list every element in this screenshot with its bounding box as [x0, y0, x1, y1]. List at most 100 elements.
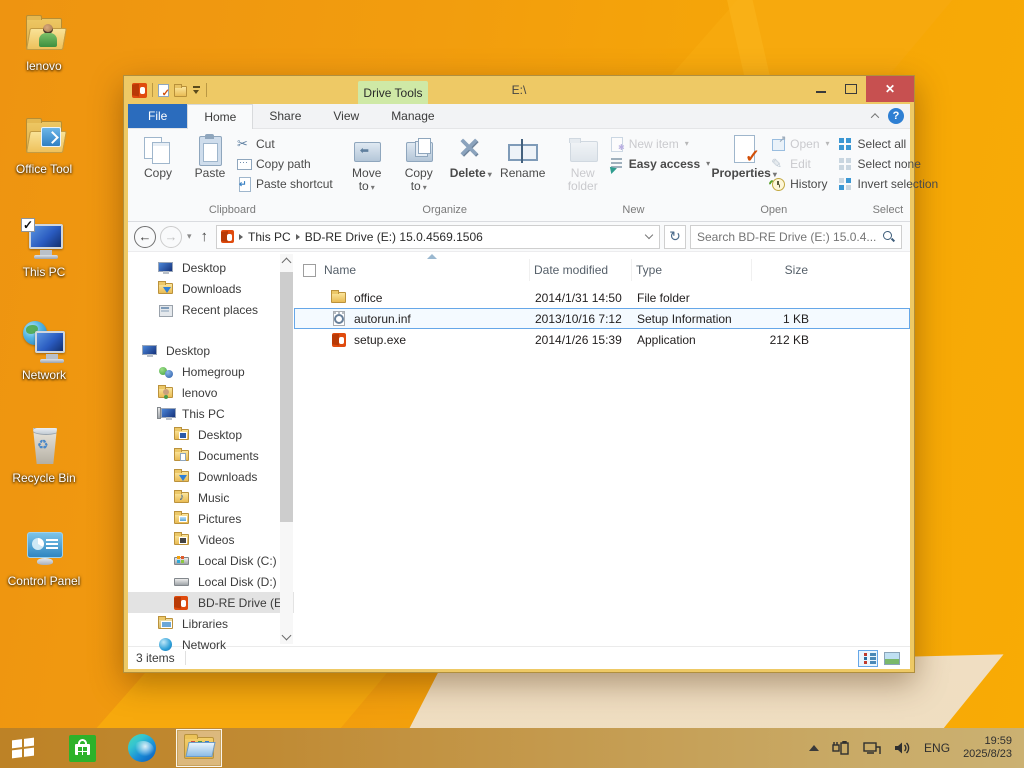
- nav-item-this-pc[interactable]: This PC: [128, 403, 294, 424]
- desktop-icon-this-pc[interactable]: ✓ This PC: [0, 218, 88, 321]
- nav-item-local-disk-c[interactable]: Local Disk (C:): [128, 550, 294, 571]
- scroll-up-icon[interactable]: [281, 257, 292, 268]
- history-button[interactable]: History: [767, 175, 829, 192]
- volume-icon[interactable]: [894, 741, 911, 755]
- nav-scrollbar[interactable]: [280, 254, 293, 644]
- new-item-button[interactable]: New item: [609, 135, 710, 152]
- scroll-thumb[interactable]: [280, 272, 293, 522]
- minimize-button[interactable]: [806, 76, 836, 102]
- copy-to-button[interactable]: Copy to: [393, 131, 445, 194]
- tab-home[interactable]: Home: [187, 104, 254, 129]
- nav-item-homegroup[interactable]: Homegroup: [128, 361, 294, 382]
- tab-manage[interactable]: Manage: [375, 104, 450, 128]
- invert-selection-button[interactable]: Invert selection: [838, 175, 938, 192]
- address-dropdown-icon[interactable]: [644, 230, 654, 240]
- history-dropdown-icon[interactable]: ▾: [186, 231, 193, 242]
- file-date: 2014/1/31 14:50: [535, 290, 622, 305]
- pictures-folder-icon: [174, 510, 191, 527]
- up-button[interactable]: ↑: [197, 228, 213, 245]
- large-icons-view-button[interactable]: [882, 650, 902, 667]
- close-button[interactable]: [866, 76, 914, 102]
- forward-button[interactable]: →: [160, 225, 182, 248]
- nav-item-network[interactable]: Network: [128, 634, 294, 655]
- nav-item-pictures[interactable]: Pictures: [128, 508, 294, 529]
- address-bar[interactable]: This PC BD-RE Drive (E:) 15.0.4569.1506: [216, 224, 660, 249]
- nav-item-desktop-favorite[interactable]: Desktop: [128, 257, 294, 278]
- select-none-button[interactable]: Select none: [838, 155, 939, 172]
- move-to-button[interactable]: Move to: [341, 131, 393, 194]
- cut-button[interactable]: Cut: [236, 135, 333, 152]
- breadcrumb-drive[interactable]: BD-RE Drive (E:) 15.0.4569.1506: [305, 230, 483, 244]
- maximize-button[interactable]: [836, 76, 866, 102]
- edge-taskbar-button[interactable]: [120, 728, 164, 768]
- delete-icon: [454, 133, 488, 167]
- network-icon[interactable]: [863, 741, 881, 755]
- paste-shortcut-button[interactable]: Paste shortcut: [236, 175, 333, 192]
- paste-button[interactable]: Paste: [184, 131, 236, 180]
- store-taskbar-button[interactable]: [60, 728, 104, 768]
- rename-button[interactable]: Rename: [497, 131, 549, 180]
- column-name[interactable]: Name: [324, 259, 530, 281]
- nav-item-music[interactable]: ♪ Music: [128, 487, 294, 508]
- file-explorer-taskbar-button[interactable]: [176, 729, 222, 767]
- edit-button[interactable]: Edit: [770, 155, 829, 172]
- file-row-setup-exe[interactable]: setup.exe 2014/1/26 15:39 Application 21…: [294, 329, 910, 350]
- properties-qat-icon[interactable]: [158, 83, 170, 99]
- file-row-autorun-inf[interactable]: autorun.inf 2013/10/16 7:12 Setup Inform…: [294, 308, 910, 329]
- column-size[interactable]: Size: [752, 259, 812, 281]
- open-button[interactable]: Open: [770, 134, 829, 152]
- delete-button[interactable]: Delete: [445, 131, 497, 181]
- nav-item-downloads-favorite[interactable]: Downloads: [128, 278, 294, 299]
- nav-item-desktop-folder[interactable]: Desktop: [128, 424, 294, 445]
- new-folder-button[interactable]: New folder: [557, 131, 609, 193]
- start-button[interactable]: [0, 728, 46, 768]
- select-all-button[interactable]: Select all: [838, 135, 939, 152]
- desktop-icon-office-tool[interactable]: Office Tool: [0, 115, 88, 218]
- title-bar[interactable]: E:\ Drive Tools: [128, 76, 914, 104]
- app-icon[interactable]: [132, 82, 147, 98]
- copy-path-button[interactable]: Copy path: [236, 155, 333, 172]
- breadcrumb-this-pc[interactable]: This PC: [248, 230, 291, 244]
- tab-file[interactable]: File: [128, 104, 188, 128]
- nav-item-downloads[interactable]: Downloads: [128, 466, 294, 487]
- desktop-icon-control-panel[interactable]: Control Panel: [0, 527, 88, 630]
- scroll-down-icon[interactable]: [281, 630, 292, 641]
- customize-qat-dropdown-icon[interactable]: [192, 85, 201, 95]
- desktop-icon-recycle-bin[interactable]: Recycle Bin: [0, 424, 88, 527]
- nav-item-desktop-root[interactable]: Desktop: [128, 340, 294, 361]
- collapse-ribbon-icon[interactable]: [870, 113, 880, 122]
- clock[interactable]: 19:59 2025/8/23: [963, 735, 1012, 761]
- language-indicator[interactable]: ENG: [924, 741, 950, 755]
- refresh-button[interactable]: ↻: [664, 224, 686, 249]
- select-all-checkbox[interactable]: [302, 263, 316, 277]
- nav-item-lenovo[interactable]: lenovo: [128, 382, 294, 403]
- file-row-office[interactable]: office 2014/1/31 14:50 File folder: [294, 287, 910, 308]
- battery-icon[interactable]: [832, 741, 850, 755]
- nav-item-documents[interactable]: Documents: [128, 445, 294, 466]
- back-button[interactable]: ←: [134, 225, 156, 248]
- column-type[interactable]: Type: [632, 259, 752, 281]
- help-icon[interactable]: ?: [888, 108, 904, 124]
- nav-item-libraries[interactable]: Libraries: [128, 613, 294, 634]
- desktop-icon-label: Network: [21, 368, 66, 382]
- search-box[interactable]: [690, 224, 902, 249]
- show-hidden-icons-chevron[interactable]: [809, 745, 820, 751]
- details-view-button[interactable]: [858, 649, 878, 667]
- tab-share[interactable]: Share: [253, 104, 317, 128]
- nav-item-recent-places[interactable]: Recent places: [128, 299, 294, 320]
- copy-button[interactable]: Copy: [132, 131, 184, 180]
- search-input[interactable]: [697, 229, 882, 244]
- tab-view[interactable]: View: [317, 104, 375, 128]
- nav-item-videos[interactable]: Videos: [128, 529, 294, 550]
- desktop-icon-network[interactable]: Network: [0, 321, 88, 424]
- desktop-icon-lenovo[interactable]: lenovo: [0, 12, 88, 115]
- column-date-modified[interactable]: Date modified: [530, 259, 632, 281]
- desktop-icon-label: Office Tool: [15, 162, 73, 176]
- nav-item-local-disk-d[interactable]: Local Disk (D:): [128, 571, 294, 592]
- nav-item-bdre-drive-e[interactable]: BD-RE Drive (E:: [128, 592, 294, 613]
- easy-access-button[interactable]: Easy access: [609, 155, 710, 172]
- organize-group-label: Organize: [422, 204, 468, 216]
- new-folder-qat-icon[interactable]: [174, 83, 187, 97]
- search-icon[interactable]: [882, 230, 895, 243]
- properties-button[interactable]: Properties: [711, 131, 771, 181]
